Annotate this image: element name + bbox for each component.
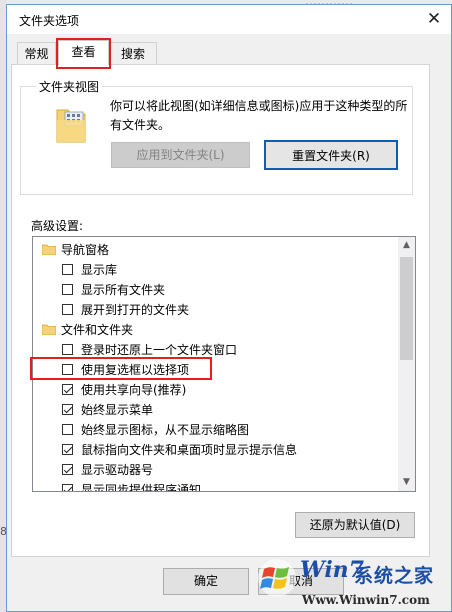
tab-view-label: 查看: [71, 45, 96, 59]
watermark-url: Www.Winwin7.com: [302, 593, 430, 607]
watermark-brand-cn: 系统之家: [354, 565, 435, 587]
tree-item-label: 始终显示菜单: [81, 403, 154, 417]
folder-icon: [42, 244, 56, 255]
tab-search-label: 搜索: [120, 47, 145, 61]
tree-item-label: 始终显示图标，从不显示缩略图: [81, 423, 250, 437]
windows-logo-icon: [258, 559, 296, 597]
checkbox[interactable]: [62, 344, 73, 355]
tree-item-show-pop-up-description[interactable]: 鼠标指向文件夹和桌面项时显示提示信息: [33, 440, 399, 460]
checkbox[interactable]: [62, 304, 73, 315]
tab-general-label: 常规: [24, 47, 49, 61]
tree-group-files-and-folders: 文件和文件夹: [33, 320, 399, 340]
checkbox[interactable]: [62, 444, 73, 455]
tree-group-navigation-pane: 导航窗格: [33, 240, 399, 260]
checkbox[interactable]: [62, 404, 73, 415]
tree-item-show-all-folders[interactable]: 显示所有文件夹: [33, 280, 399, 300]
tree-item-show-sync-notifications[interactable]: 显示同步提供程序通知: [33, 480, 399, 492]
folder-icon: [42, 324, 56, 335]
checkbox[interactable]: [62, 424, 73, 435]
checkbox[interactable]: [62, 264, 73, 275]
scroll-thumb[interactable]: [400, 257, 413, 360]
tree-scrollbar[interactable]: ▲ ▼: [398, 237, 415, 491]
tab-search[interactable]: 搜索: [109, 42, 157, 65]
checkbox[interactable]: [62, 384, 73, 395]
tree-item-sharing-wizard[interactable]: 使用共享向导(推荐): [33, 380, 399, 400]
ok-button[interactable]: 确定: [163, 568, 249, 595]
tree-item-always-show-menus[interactable]: 始终显示菜单: [33, 400, 399, 420]
tree-item-show-libraries[interactable]: 显示库: [33, 260, 399, 280]
tab-view[interactable]: 查看: [58, 40, 109, 65]
tree-item-restore-previous-windows[interactable]: 登录时还原上一个文件夹窗口: [33, 340, 399, 360]
checkbox[interactable]: [62, 284, 73, 295]
tree-group-label: 导航窗格: [61, 243, 110, 257]
checkbox[interactable]: [62, 484, 73, 491]
folder-views-legend: 文件夹视图: [36, 78, 103, 95]
tree-item-label: 使用共享向导(推荐): [81, 383, 187, 397]
title-bar[interactable]: 文件夹选项 ✕: [7, 5, 451, 34]
tree-group-label: 文件和文件夹: [61, 323, 134, 337]
checkbox[interactable]: [62, 464, 73, 475]
window-title: 文件夹选项: [19, 14, 80, 28]
close-icon[interactable]: ✕: [417, 5, 451, 34]
tree-item-show-drive-letters[interactable]: 显示驱动器号: [33, 460, 399, 480]
tree-item-label: 显示驱动器号: [81, 463, 154, 477]
tree-item-use-check-boxes[interactable]: 使用复选框以选择项: [33, 360, 399, 380]
tree-item-label: 显示同步提供程序通知: [81, 483, 202, 492]
checkbox[interactable]: [62, 364, 73, 375]
restore-defaults-button[interactable]: 还原为默认值(D): [295, 512, 415, 538]
tree-item-label: 登录时还原上一个文件夹窗口: [81, 343, 238, 357]
reset-folders-button[interactable]: 重置文件夹(R): [264, 140, 398, 170]
tree-item-label: 显示所有文件夹: [81, 283, 166, 297]
tab-general[interactable]: 常规: [17, 42, 56, 65]
tree-item-always-show-icons[interactable]: 始终显示图标，从不显示缩略图: [33, 420, 399, 440]
tree-item-label: 显示库: [81, 263, 118, 277]
apply-to-folders-button[interactable]: 应用到文件夹(L): [111, 142, 250, 168]
scroll-up-icon[interactable]: ▲: [398, 237, 415, 254]
tree-item-label: 鼠标指向文件夹和桌面项时显示提示信息: [81, 443, 298, 457]
folder-views-description: 你可以将此视图(如详细信息或图标)应用于这种类型的所有文件夹。: [110, 99, 408, 132]
tree-item-label: 使用复选框以选择项: [81, 363, 190, 377]
watermark: Win7 系统之家 Www.Winwin7.com: [252, 555, 452, 612]
advanced-settings-tree[interactable]: 导航窗格 显示库 显示所有文件夹 展开到打开的文件夹 文件和文件夹 登录时还原上…: [32, 236, 416, 492]
tree-item-label: 展开到打开的文件夹: [81, 303, 190, 317]
scroll-down-icon[interactable]: ▼: [398, 474, 415, 491]
tree-item-expand-to-open-folder[interactable]: 展开到打开的文件夹: [33, 300, 399, 320]
folder-view-icon: [56, 109, 86, 143]
advanced-settings-label: 高级设置:: [31, 219, 84, 233]
